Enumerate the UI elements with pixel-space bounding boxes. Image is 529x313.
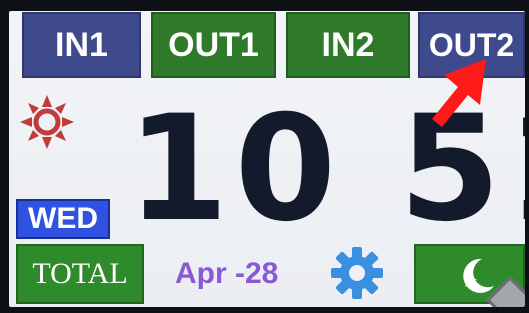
- sun-icon: [20, 95, 74, 149]
- gear-icon[interactable]: [328, 244, 386, 302]
- weekday-badge: WED: [16, 199, 110, 239]
- out1-button[interactable]: OUT1: [151, 12, 276, 78]
- in1-button[interactable]: IN1: [22, 12, 141, 78]
- in2-button[interactable]: IN2: [286, 12, 410, 78]
- moon-star-icon: [463, 258, 494, 293]
- lcd-screen: IN1 OUT1 IN2 OUT2 10 51 WED TOTAL Apr -2…: [9, 11, 525, 307]
- device-bezel: IN1 OUT1 IN2 OUT2 10 51 WED TOTAL Apr -2…: [0, 0, 529, 313]
- total-button[interactable]: TOTAL: [16, 244, 144, 304]
- red-arrow-icon: [432, 59, 486, 127]
- date-label: Apr -28: [175, 257, 279, 290]
